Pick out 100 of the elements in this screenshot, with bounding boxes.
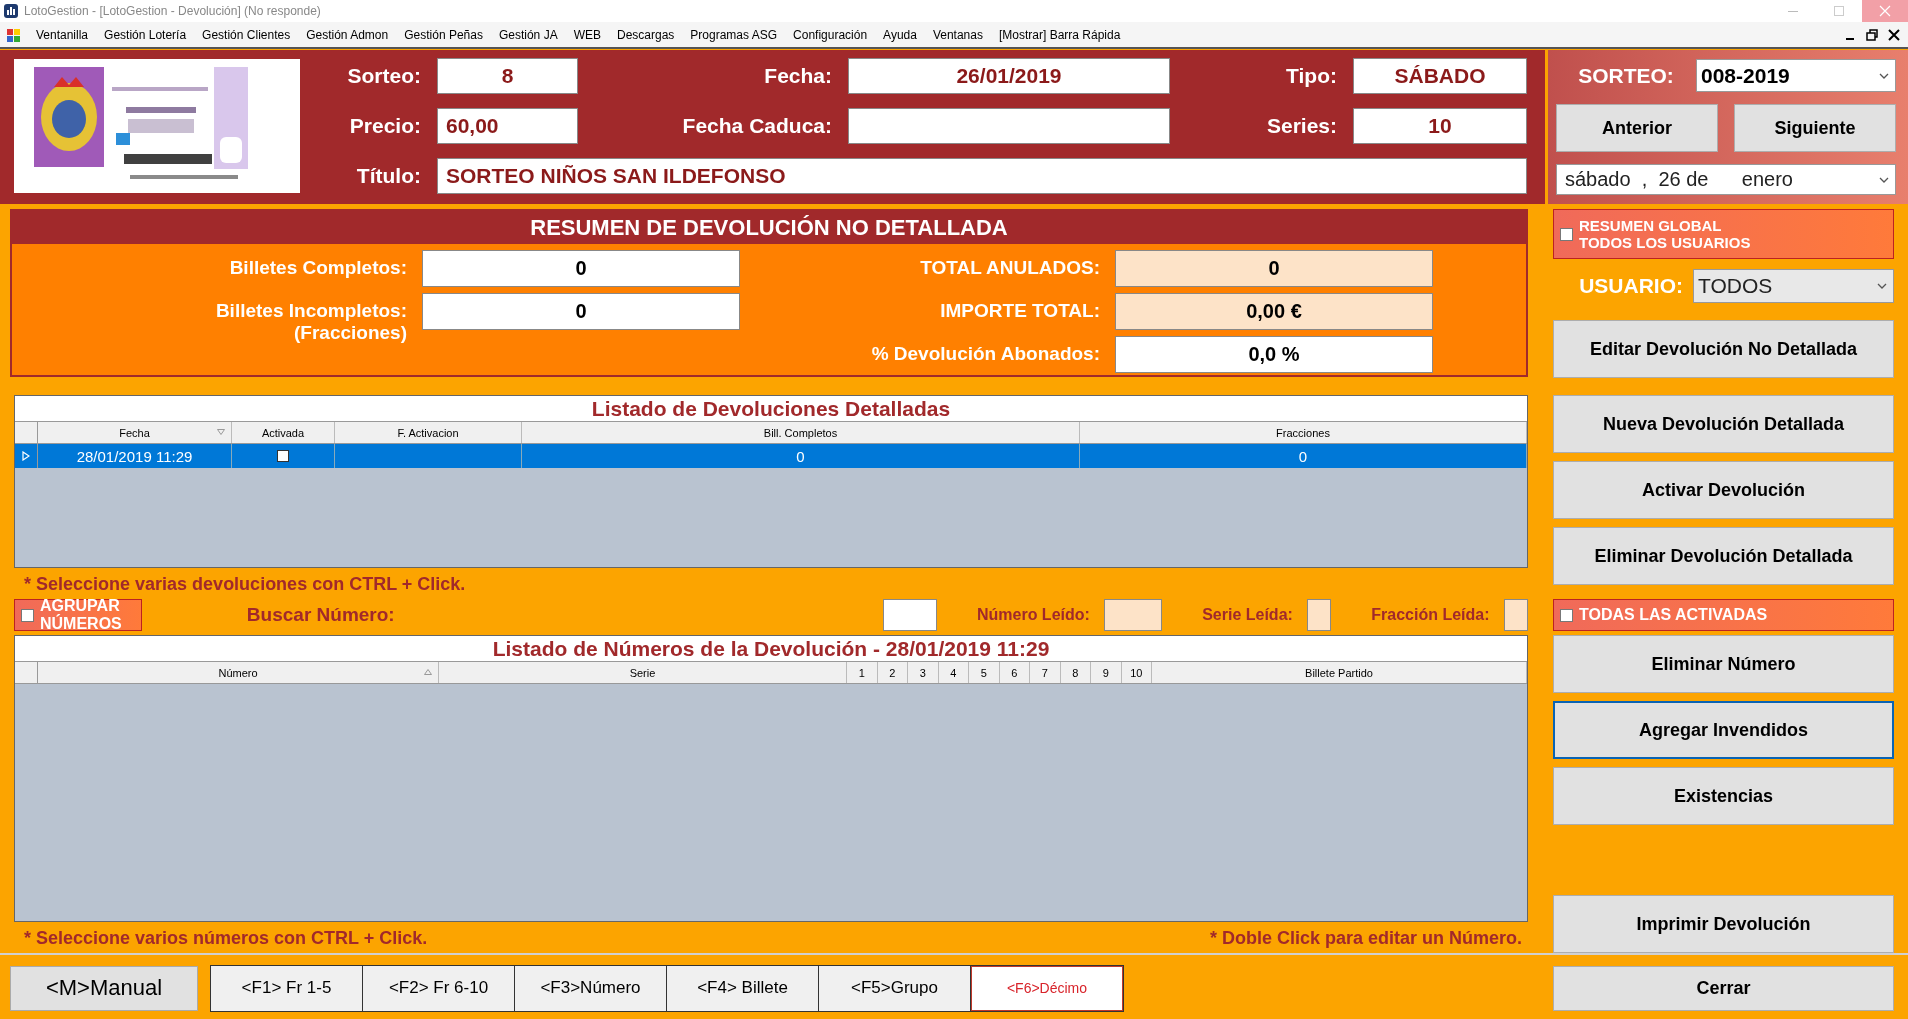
return-action-button[interactable]: Activar Devolución <box>1553 461 1894 519</box>
date-field[interactable]: 26/01/2019 <box>848 58 1170 94</box>
field-label: Fecha: <box>763 64 833 88</box>
menu-item[interactable]: WEB <box>565 27 609 42</box>
menu-item[interactable]: Ventanilla <box>28 27 97 42</box>
field-label: IMPORTE TOTAL: <box>940 300 1100 322</box>
count-field[interactable]: 0 <box>422 293 740 330</box>
menu-item[interactable]: Gestión Peñas <box>396 27 491 42</box>
table-row[interactable]: 28/01/2019 11:29 0 0 <box>15 444 1527 468</box>
mode-tab[interactable]: <F3>Número <box>515 965 667 1011</box>
window-title: LotoGestion - [LotoGestion - Devolución] (No responde) <box>24 4 321 18</box>
menu-item[interactable]: Gestión Admon <box>298 27 397 42</box>
column-header[interactable]: 10 <box>1121 662 1152 683</box>
menu-item[interactable]: Descargas <box>609 27 683 42</box>
column-header[interactable]: F. Activacion <box>335 422 522 443</box>
total-field[interactable]: 0 <box>1115 250 1433 287</box>
close-button[interactable]: Cerrar <box>1553 965 1894 1011</box>
search-field[interactable] <box>882 599 937 631</box>
draw-label: SORTEO: <box>1577 63 1675 88</box>
type-field[interactable]: SÁBADO <box>1353 58 1527 94</box>
menu-item[interactable]: Gestión Clientes <box>194 27 299 42</box>
menu-item[interactable]: Gestión Lotería <box>96 27 195 42</box>
read-label: Número Leído: <box>976 606 1090 624</box>
print-button[interactable]: Imprimir Devolución <box>1553 895 1894 953</box>
menu-item[interactable]: Programas ASG <box>682 27 786 42</box>
total-field[interactable]: 0,00 € <box>1115 293 1433 330</box>
search-label: Buscar Número: <box>246 604 396 626</box>
restore-icon[interactable] <box>1864 26 1880 43</box>
caret-icon <box>1879 176 1889 183</box>
nav-button[interactable]: Siguiente <box>1734 104 1896 152</box>
draw-number-field[interactable]: 8 <box>437 58 578 94</box>
menu-item[interactable]: [Mostrar] Barra Rápida <box>990 27 1129 42</box>
table-title: Listado de Devoluciones Detalladas <box>15 396 1527 421</box>
nav-button[interactable]: Anterior <box>1556 104 1718 152</box>
field-label: Billetes Completos: <box>229 257 407 279</box>
user-label: USUARIO: <box>1578 274 1684 298</box>
field-label: Tipo: <box>1285 64 1338 88</box>
column-header[interactable]: 3 <box>908 662 939 683</box>
close-icon[interactable] <box>1886 26 1902 43</box>
read-label: Serie Leída: <box>1202 606 1293 624</box>
column-header[interactable]: 8 <box>1060 662 1091 683</box>
menu-item[interactable]: Gestión JA <box>490 27 566 42</box>
caret-icon <box>1877 283 1887 289</box>
field-label: Título: <box>355 164 422 188</box>
app-menu-icon[interactable] <box>6 26 22 43</box>
expiry-date-field[interactable] <box>848 108 1170 144</box>
column-header[interactable]: Bill. Completos <box>522 422 1080 443</box>
column-header[interactable]: Número <box>38 662 439 683</box>
checkbox[interactable] <box>277 450 289 462</box>
read-field <box>1306 599 1332 631</box>
column-header[interactable]: 9 <box>1091 662 1122 683</box>
title-field[interactable]: SORTEO NIÑOS SAN ILDEFONSO <box>437 158 1527 194</box>
mode-tab[interactable]: <F4> Billete <box>667 965 819 1011</box>
field-label: Sorteo: <box>346 64 422 88</box>
total-field[interactable]: 0,0 % <box>1115 336 1433 373</box>
sort-icon <box>424 669 432 675</box>
sort-icon <box>217 429 225 435</box>
column-header[interactable]: Serie <box>439 662 847 683</box>
column-header[interactable]: 4 <box>938 662 969 683</box>
column-header[interactable]: Activada <box>232 422 335 443</box>
summary-title: RESUMEN DE DEVOLUCIÓN NO DETALLADA <box>12 211 1526 244</box>
hint-text: * Seleccione varias devoluciones con CTRL + Click. <box>24 574 467 595</box>
column-header[interactable]: Billete Partido <box>1152 662 1527 683</box>
read-field <box>1103 599 1163 631</box>
price-field[interactable]: 60,00 <box>437 108 578 144</box>
column-header[interactable]: Fracciones <box>1080 422 1527 443</box>
count-field[interactable]: 0 <box>422 250 740 287</box>
table-cell: 28/01/2019 11:29 <box>38 444 232 468</box>
return-action-button[interactable]: Nueva Devolución Detallada <box>1553 395 1894 453</box>
series-field[interactable]: 10 <box>1353 108 1527 144</box>
menu-item[interactable]: Ventanas <box>924 27 991 42</box>
row-pointer-icon <box>22 451 30 461</box>
manual-button[interactable]: <M>Manual <box>10 965 198 1011</box>
menu-item[interactable]: Ayuda <box>875 27 925 42</box>
return-action-button[interactable]: Eliminar Devolución Detallada <box>1553 527 1894 585</box>
edit-return-button[interactable]: Editar Devolución No Detallada <box>1553 320 1894 378</box>
column-header[interactable]: Fecha <box>38 422 232 443</box>
column-header[interactable]: 6 <box>999 662 1030 683</box>
mode-tab[interactable]: <F5>Grupo <box>819 965 971 1011</box>
draw-select[interactable]: 008-2019 <box>1696 59 1896 92</box>
field-label: Series: <box>1265 114 1338 138</box>
column-header[interactable]: 1 <box>847 662 878 683</box>
date-select[interactable]: sábado , 26 de enero <box>1556 164 1896 195</box>
read-label: Fracción Leída: <box>1371 606 1490 624</box>
column-header[interactable]: 5 <box>969 662 1000 683</box>
column-header[interactable]: 2 <box>877 662 908 683</box>
column-header[interactable]: 7 <box>1030 662 1061 683</box>
number-action-button[interactable]: Agregar Invendidos <box>1553 701 1894 759</box>
field-sublabel: (Fracciones) <box>294 322 407 344</box>
table-cell: 0 <box>522 444 1080 468</box>
read-field <box>1503 599 1528 631</box>
user-select[interactable]: TODOS <box>1693 269 1894 303</box>
menu-item[interactable]: Configuración <box>785 27 876 42</box>
number-action-button[interactable]: Eliminar Número <box>1553 635 1894 693</box>
mode-tab[interactable]: <F6>Décimo <box>971 965 1123 1011</box>
number-action-button[interactable]: Existencias <box>1553 767 1894 825</box>
table-cell: 0 <box>1080 444 1527 468</box>
field-label: Billetes Incompletos: <box>215 300 407 322</box>
mode-tab[interactable]: <F1> Fr 1-5 <box>211 965 363 1011</box>
mode-tab[interactable]: <F2> Fr 6-10 <box>363 965 515 1011</box>
